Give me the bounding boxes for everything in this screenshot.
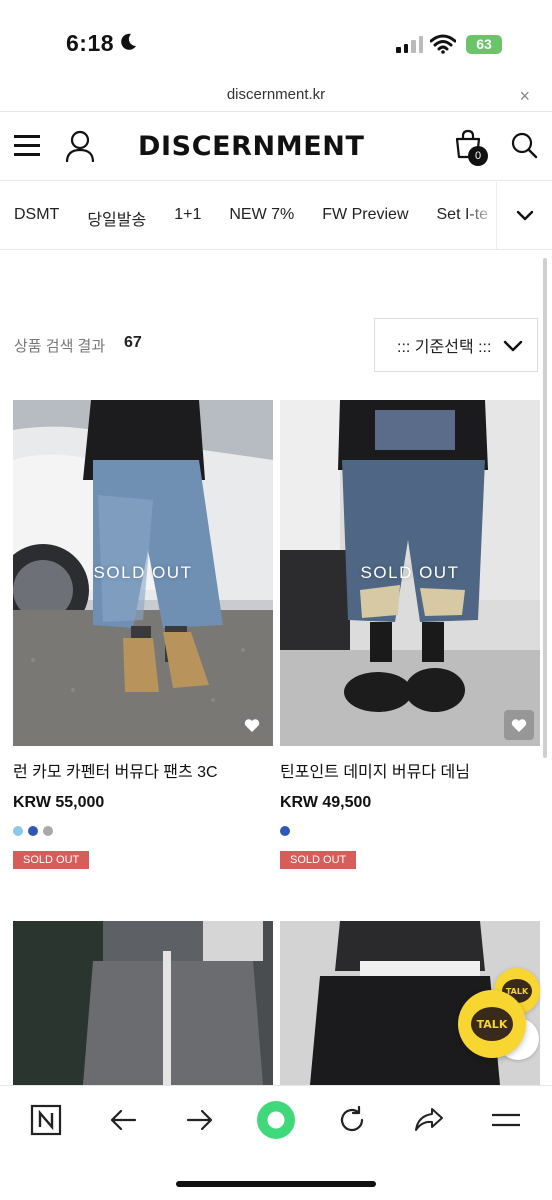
status-time: 6:18	[66, 30, 115, 56]
site-logo[interactable]: DISCERNMENT	[138, 131, 364, 162]
search-result-bar: 상품 검색 결과 67 ::: 기준선택 :::	[14, 318, 538, 372]
moon-icon	[121, 33, 136, 50]
product-price: KRW 55,000	[13, 794, 105, 811]
heart-icon	[511, 718, 527, 732]
forward-button[interactable]	[180, 1100, 220, 1140]
share-icon	[415, 1108, 443, 1131]
kakao-talk-icon: TALK	[471, 1007, 513, 1041]
arrow-left-icon	[110, 1109, 137, 1131]
url-bar[interactable]: discernment.kr ×	[0, 84, 552, 112]
menu-button[interactable]	[486, 1100, 526, 1140]
cellular-signal-icon	[396, 36, 423, 53]
wishlist-button[interactable]	[504, 710, 534, 740]
battery-indicator: 63	[466, 35, 502, 54]
green-dot-icon	[257, 1101, 295, 1139]
product-card[interactable]: SOLD OUT 틴포인트 데미지 버뮤다 데님 KRW 49,500 SOLD…	[280, 400, 540, 869]
naver-n-icon	[30, 1104, 62, 1136]
chevron-down-icon	[503, 340, 523, 352]
color-swatches	[13, 826, 273, 836]
color-swatch	[280, 826, 290, 836]
menu-lines-icon	[492, 1113, 520, 1127]
search-icon[interactable]	[510, 131, 538, 159]
site-header: DISCERNMENT	[0, 113, 552, 181]
wifi-icon	[430, 34, 456, 54]
color-swatches	[280, 826, 540, 836]
status-bar: 6:18 63	[0, 0, 552, 84]
close-icon[interactable]: ×	[519, 86, 530, 107]
menu-icon[interactable]	[14, 135, 40, 157]
kakao-talk-button[interactable]: TALK	[458, 990, 526, 1058]
user-icon[interactable]	[64, 129, 96, 163]
refresh-icon	[340, 1105, 364, 1132]
green-dot-button[interactable]	[256, 1100, 296, 1140]
cart-count-badge: 0	[468, 146, 488, 166]
naver-home-button[interactable]	[26, 1100, 66, 1140]
sold-out-badge: SOLD OUT	[13, 851, 90, 869]
home-indicator	[176, 1181, 376, 1187]
url-text[interactable]: discernment.kr	[0, 86, 552, 103]
category-expand-button[interactable]	[496, 182, 552, 249]
category-item[interactable]: 당일발송	[87, 206, 146, 230]
category-item[interactable]: DSMT	[14, 206, 59, 230]
back-button[interactable]	[103, 1100, 143, 1140]
product-image[interactable]: SOLD OUT	[13, 400, 273, 746]
product-image[interactable]: SOLD OUT	[280, 400, 540, 746]
product-name[interactable]: 틴포인트 데미지 버뮤다 데님	[280, 758, 540, 782]
category-fade	[466, 182, 496, 249]
color-swatch	[13, 826, 23, 836]
category-item[interactable]: NEW 7%	[229, 206, 294, 230]
scrollbar[interactable]	[543, 258, 547, 758]
product-price: KRW 49,500	[280, 794, 372, 811]
arrow-right-icon	[186, 1109, 213, 1131]
sort-select[interactable]: ::: 기준선택 :::	[374, 318, 538, 372]
product-name[interactable]: 런 카모 카펜터 버뮤다 팬츠 3C	[13, 758, 273, 782]
refresh-button[interactable]	[332, 1100, 372, 1140]
sold-out-overlay: SOLD OUT	[360, 563, 460, 582]
category-list: DSMT 당일발송 1+1 NEW 7% FW Preview Set I-te	[14, 206, 488, 230]
result-count: 67	[124, 334, 142, 351]
color-swatch	[43, 826, 53, 836]
category-nav: DSMT 당일발송 1+1 NEW 7% FW Preview Set I-te	[0, 182, 552, 250]
product-image[interactable]	[13, 921, 273, 1085]
category-item[interactable]: FW Preview	[322, 206, 408, 230]
product-card[interactable]: SOLD OUT 런 카모 카펜터 버뮤다 팬츠 3C KRW 55,000 S…	[13, 400, 273, 869]
color-swatch	[28, 826, 38, 836]
product-photo	[13, 921, 273, 1085]
wishlist-button[interactable]	[237, 710, 267, 740]
result-label: 상품 검색 결과	[14, 338, 106, 355]
share-button[interactable]	[409, 1100, 449, 1140]
sold-out-overlay: SOLD OUT	[93, 563, 193, 582]
chevron-down-icon	[516, 210, 533, 221]
category-item[interactable]: 1+1	[174, 206, 201, 230]
sort-select-value: ::: 기준선택 :::	[397, 339, 492, 356]
sold-out-badge: SOLD OUT	[280, 851, 357, 869]
heart-icon	[244, 718, 260, 732]
